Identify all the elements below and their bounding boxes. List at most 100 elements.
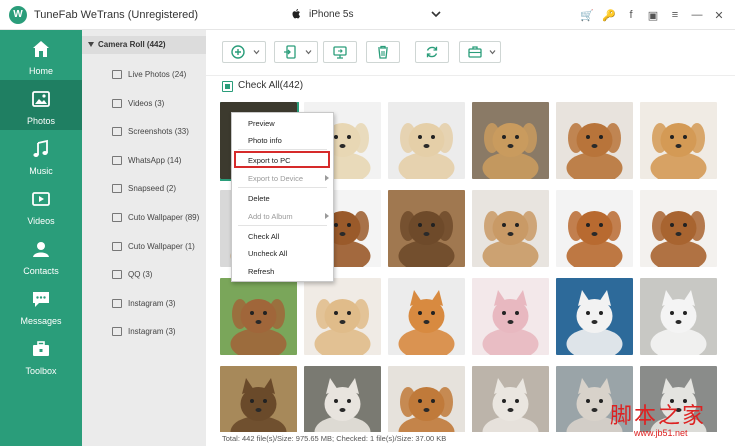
sidebar-item-music[interactable]: Music [0,130,82,180]
sidebar-item-contacts[interactable]: Contacts [0,230,82,280]
cat-photo[interactable] [220,366,297,432]
photo-thumbnail [640,190,717,267]
sidebar-item-messages[interactable]: Messages [0,280,82,330]
sidebar-item-videos[interactable]: Videos [0,180,82,230]
photo-thumbnail [472,278,549,355]
album-header-label: Camera Roll (442) [98,40,166,49]
close-icon[interactable]: ✕ [711,7,727,23]
menu-item-refresh[interactable]: Refresh [232,263,333,279]
dog-photo[interactable] [388,366,465,432]
menu-separator [238,149,327,150]
dog-photo[interactable] [472,190,549,267]
minimize-icon[interactable]: — [689,7,705,23]
refresh-icon [426,46,438,58]
submenu-arrow-icon [325,213,329,219]
album-icon [112,184,122,194]
checkbox-icon [222,81,233,92]
export-to-device-button[interactable] [274,41,318,63]
cat-photo[interactable] [388,278,465,355]
dog-photo[interactable] [304,278,381,355]
album-item-label: Screenshots (33) [128,127,189,137]
album-item[interactable]: Instagram (3) [82,317,206,345]
chevron-down-icon [431,11,441,18]
cat-photo[interactable] [472,278,549,355]
cart-icon[interactable]: 🛒 [579,7,595,23]
watermark-url: www.jb51.net [634,428,688,438]
dog-photo[interactable] [556,190,633,267]
album-item-label: Instagram (3) [128,298,176,308]
app-logo-icon: W [9,6,27,24]
photo-thumbnail [472,366,549,432]
album-icon [112,241,122,251]
cat-photo[interactable] [556,278,633,355]
device-selector[interactable]: iPhone 5s [288,6,443,24]
refresh-button[interactable] [415,41,449,63]
album-item[interactable]: Cuto Wallpaper (1) [82,232,206,260]
album-icon [112,127,122,137]
music-icon [33,139,48,157]
key-icon[interactable]: 🔑 [601,7,617,23]
toolbox-icon [33,341,49,356]
album-item[interactable]: Live Photos (24) [82,60,206,88]
menu-item-photo-info[interactable]: Photo info [232,132,333,148]
album-header-camera-roll[interactable]: Camera Roll (442) [82,36,206,54]
menu-item-label: Photo info [248,136,282,145]
album-item-label: Live Photos (24) [128,70,187,79]
album-item[interactable]: Instagram (3) [82,289,206,317]
album-item[interactable]: Videos (3) [82,89,206,117]
menu-item-uncheck-all[interactable]: Uncheck All [232,245,333,261]
dog-photo[interactable] [472,102,549,179]
photo-thumbnail [556,278,633,355]
photo-thumbnail [388,190,465,267]
export-to-pc-button[interactable] [323,41,357,63]
status-bar: Total: 442 file(s)/Size: 975.65 MB; Chec… [222,434,447,443]
add-button[interactable] [222,41,266,63]
dog-photo[interactable] [640,102,717,179]
delete-icon [378,45,388,59]
contacts-icon [33,242,49,257]
toolbox-icon [468,46,482,58]
sidebar-item-label: Videos [27,216,55,226]
menu-item-preview[interactable]: Preview [232,115,333,131]
messages-icon [33,292,49,307]
delete-button[interactable] [366,41,400,63]
device-name: iPhone 5s [309,9,354,20]
album-item-label: Cuto Wallpaper (89) [128,213,200,222]
sidebar-item-label: Photos [26,116,56,126]
dog-photo[interactable] [220,278,297,355]
album-item[interactable]: QQ (3) [82,260,206,288]
app-title: TuneFab WeTrans (Unregistered) [34,9,199,21]
menu-item-check-all[interactable]: Check All [232,228,333,244]
dog-photo[interactable] [388,102,465,179]
sidebar-item-photos[interactable]: Photos [0,80,82,130]
dog-photo[interactable] [388,190,465,267]
album-item[interactable]: WhatsApp (14) [82,146,206,174]
photo-thumbnail [220,366,297,432]
photo-thumbnail [220,278,297,355]
cat-photo[interactable] [472,366,549,432]
photo-thumbnail [556,102,633,179]
menu-item-export-to-pc[interactable]: Export to PC [232,152,333,168]
facebook-icon[interactable]: f [623,7,639,23]
album-item-label: Instagram (3) [128,327,176,337]
feedback-icon[interactable]: ▣ [645,7,661,23]
toolbox-button[interactable] [459,41,501,63]
window-controls: 🛒 🔑 f ▣ ≡ — ✕ [579,7,727,23]
sidebar-item-toolbox[interactable]: Toolbox [0,330,82,380]
photo-thumbnail [388,102,465,179]
cat-photo[interactable] [640,278,717,355]
menu-icon[interactable]: ≡ [667,7,683,23]
album-item-label: Snapseed (2) [128,184,177,194]
album-icon [112,327,122,337]
apple-icon [292,9,300,19]
album-item[interactable]: Screenshots (33) [82,117,206,145]
cat-photo[interactable] [304,366,381,432]
album-item[interactable]: Snapseed (2) [82,174,206,202]
menu-item-delete[interactable]: Delete [232,190,333,206]
dog-photo[interactable] [556,102,633,179]
menu-item-label: Add to Album [248,212,293,221]
dog-photo[interactable] [640,190,717,267]
sidebar-item-home[interactable]: Home [0,30,82,80]
sidebar-item-label: Toolbox [25,366,57,376]
album-item[interactable]: Cuto Wallpaper (89) [82,203,206,231]
